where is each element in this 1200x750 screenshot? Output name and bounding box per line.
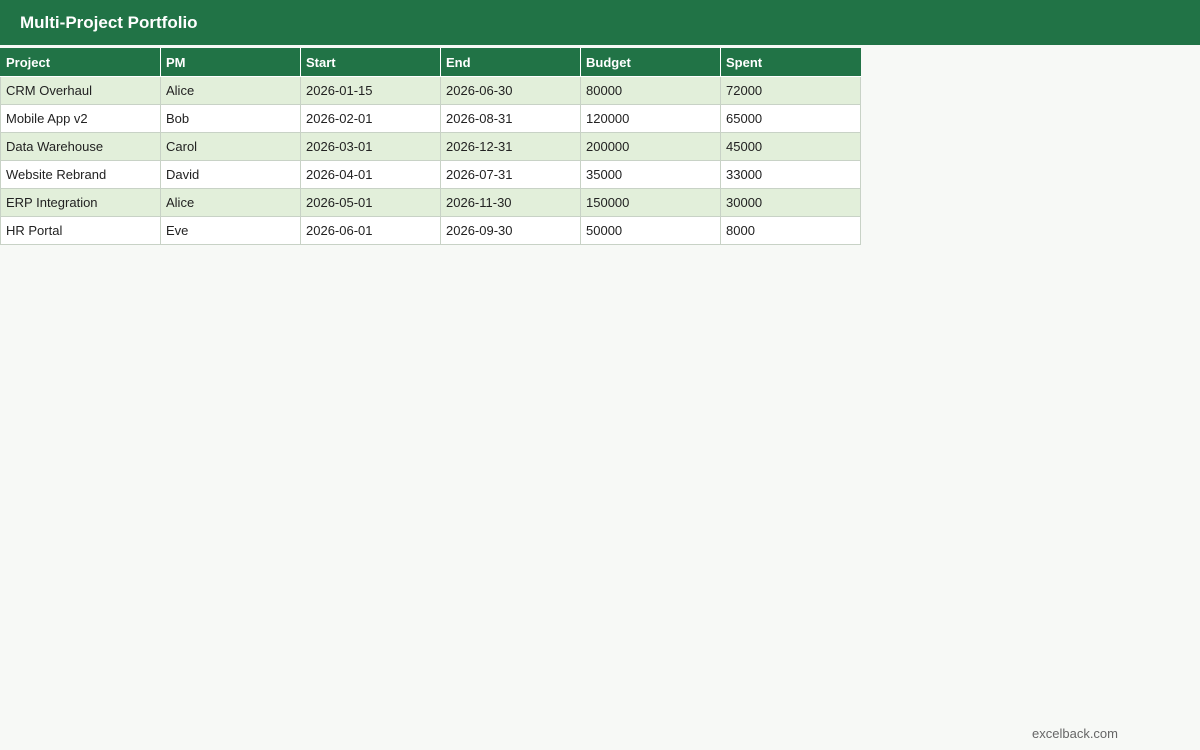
title-bar: Multi-Project Portfolio xyxy=(0,0,1200,45)
column-header-budget[interactable]: Budget xyxy=(580,48,721,77)
cell-start[interactable]: 2026-06-01 xyxy=(300,216,441,245)
cell-end[interactable]: 2026-09-30 xyxy=(440,216,581,245)
column-header-project[interactable]: Project xyxy=(0,48,161,77)
cell-spent[interactable]: 72000 xyxy=(720,76,861,105)
table-row: Mobile App v2 Bob 2026-02-01 2026-08-31 … xyxy=(0,104,861,133)
table-row: HR Portal Eve 2026-06-01 2026-09-30 5000… xyxy=(0,216,861,245)
table-body: CRM Overhaul Alice 2026-01-15 2026-06-30… xyxy=(0,76,861,245)
cell-project[interactable]: ERP Integration xyxy=(0,188,161,217)
cell-start[interactable]: 2026-01-15 xyxy=(300,76,441,105)
cell-pm[interactable]: Alice xyxy=(160,188,301,217)
column-header-start[interactable]: Start xyxy=(300,48,441,77)
column-header-end[interactable]: End xyxy=(440,48,581,77)
column-header-pm[interactable]: PM xyxy=(160,48,301,77)
table-header: Project PM Start End Budget Spent xyxy=(0,48,861,77)
cell-end[interactable]: 2026-07-31 xyxy=(440,160,581,189)
cell-project[interactable]: Mobile App v2 xyxy=(0,104,161,133)
cell-project[interactable]: Data Warehouse xyxy=(0,132,161,161)
cell-budget[interactable]: 120000 xyxy=(580,104,721,133)
cell-start[interactable]: 2026-03-01 xyxy=(300,132,441,161)
cell-pm[interactable]: Eve xyxy=(160,216,301,245)
cell-end[interactable]: 2026-06-30 xyxy=(440,76,581,105)
cell-budget[interactable]: 150000 xyxy=(580,188,721,217)
cell-start[interactable]: 2026-04-01 xyxy=(300,160,441,189)
cell-pm[interactable]: David xyxy=(160,160,301,189)
header-row: Project PM Start End Budget Spent xyxy=(0,48,861,77)
cell-project[interactable]: HR Portal xyxy=(0,216,161,245)
cell-project[interactable]: CRM Overhaul xyxy=(0,76,161,105)
table-row: CRM Overhaul Alice 2026-01-15 2026-06-30… xyxy=(0,76,861,105)
table-row: Website Rebrand David 2026-04-01 2026-07… xyxy=(0,160,861,189)
cell-spent[interactable]: 45000 xyxy=(720,132,861,161)
table-row: Data Warehouse Carol 2026-03-01 2026-12-… xyxy=(0,132,861,161)
cell-start[interactable]: 2026-02-01 xyxy=(300,104,441,133)
portfolio-table: Project PM Start End Budget Spent CRM Ov… xyxy=(0,48,861,245)
cell-budget[interactable]: 200000 xyxy=(580,132,721,161)
cell-budget[interactable]: 80000 xyxy=(580,76,721,105)
cell-pm[interactable]: Bob xyxy=(160,104,301,133)
cell-end[interactable]: 2026-12-31 xyxy=(440,132,581,161)
page-title: Multi-Project Portfolio xyxy=(20,13,198,32)
cell-spent[interactable]: 8000 xyxy=(720,216,861,245)
cell-pm[interactable]: Carol xyxy=(160,132,301,161)
table-row: ERP Integration Alice 2026-05-01 2026-11… xyxy=(0,188,861,217)
cell-spent[interactable]: 30000 xyxy=(720,188,861,217)
cell-budget[interactable]: 35000 xyxy=(580,160,721,189)
footer-brand: excelback.com xyxy=(1032,726,1118,741)
app-window: Multi-Project Portfolio Project PM Start… xyxy=(0,0,1200,750)
cell-pm[interactable]: Alice xyxy=(160,76,301,105)
cell-budget[interactable]: 50000 xyxy=(580,216,721,245)
column-header-spent[interactable]: Spent xyxy=(720,48,861,77)
cell-spent[interactable]: 33000 xyxy=(720,160,861,189)
cell-start[interactable]: 2026-05-01 xyxy=(300,188,441,217)
cell-spent[interactable]: 65000 xyxy=(720,104,861,133)
cell-end[interactable]: 2026-08-31 xyxy=(440,104,581,133)
cell-end[interactable]: 2026-11-30 xyxy=(440,188,581,217)
cell-project[interactable]: Website Rebrand xyxy=(0,160,161,189)
